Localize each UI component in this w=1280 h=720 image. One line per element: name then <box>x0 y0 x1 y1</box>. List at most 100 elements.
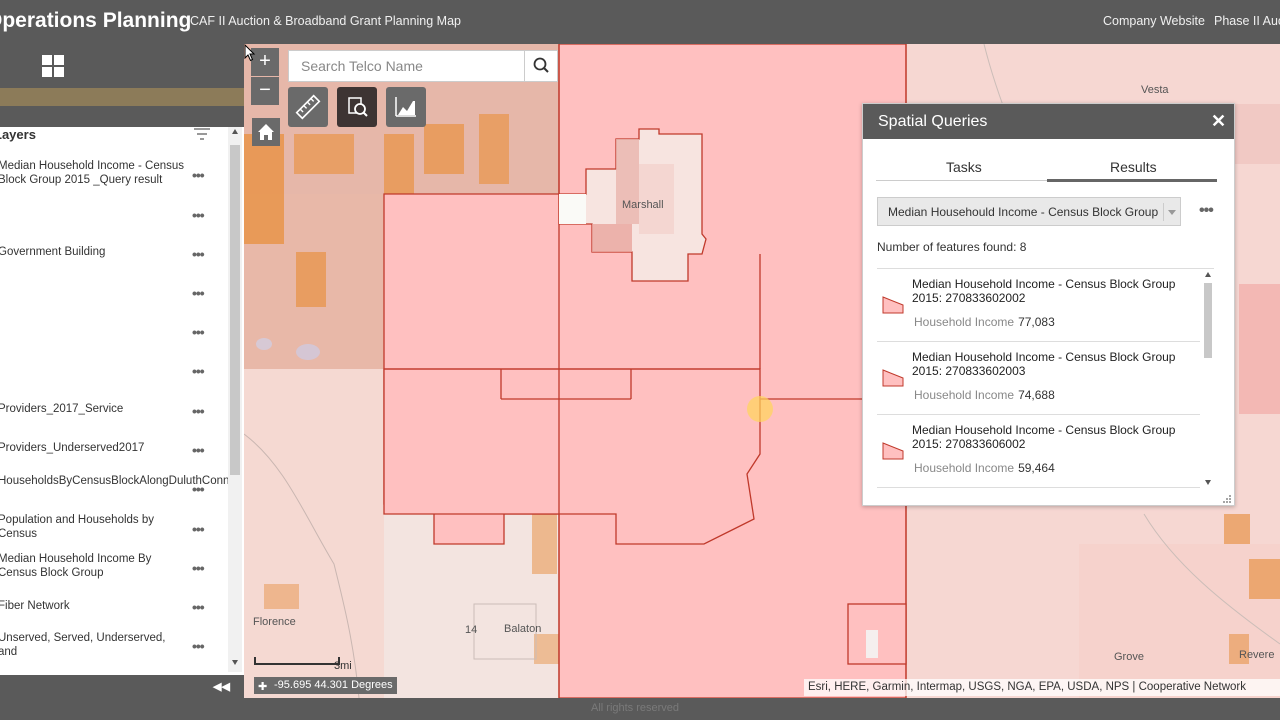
coordinate-text: -95.695 44.301 Degrees <box>274 679 393 691</box>
polygon-icon <box>882 369 904 387</box>
layer-item-median-income[interactable]: Median Household Income By Census Block … <box>0 552 186 580</box>
map-attribution: Esri, HERE, Garmin, Intermap, USGS, NGA,… <box>804 679 1280 696</box>
place-label-marshall: Marshall <box>622 199 664 211</box>
app-title: Operations Planning <box>0 9 192 32</box>
active-tab-indicator <box>1047 179 1217 182</box>
result-title: Median Household Income - Census Block G… <box>912 423 1176 451</box>
filter-icon[interactable] <box>194 128 210 140</box>
scale-bar <box>254 657 340 665</box>
resize-icon[interactable] <box>1222 494 1232 504</box>
search-icon <box>533 57 549 73</box>
result-title: Median Household Income - Census Block G… <box>912 350 1176 378</box>
layer-item-households-duluth[interactable]: HouseholdsByCensusBlockAlongDuluthConn <box>0 474 229 488</box>
result-title: Median Household Income - Census Block G… <box>912 277 1176 305</box>
tab-results[interactable]: Results <box>1110 159 1157 175</box>
measure-button[interactable] <box>288 87 328 127</box>
place-label-vesta: Vesta <box>1141 84 1169 96</box>
more-icon[interactable]: ••• <box>192 638 210 654</box>
app-footer: All rights reserved <box>0 698 1280 720</box>
search-input[interactable] <box>289 51 523 81</box>
polygon-icon <box>882 442 904 460</box>
attribute-value: 59,464 <box>1018 461 1055 475</box>
feature-count: Number of features found: 8 <box>877 240 1027 254</box>
collapse-left-icon[interactable]: ◀◀ <box>213 680 230 693</box>
place-label-revere: Revere <box>1239 649 1275 661</box>
scroll-down-icon[interactable] <box>232 660 238 665</box>
company-website-link[interactable]: Company Website <box>1103 14 1205 28</box>
result-item[interactable]: Median Household Income - Census Block G… <box>877 415 1200 488</box>
attribute-label: Household Income <box>914 461 1015 475</box>
chevron-down-icon[interactable] <box>1163 203 1179 221</box>
search-button[interactable] <box>524 51 557 81</box>
home-icon[interactable] <box>252 118 280 146</box>
result-attribute: Household Income 59,464 <box>914 461 1055 475</box>
scroll-up-icon[interactable] <box>1205 272 1211 277</box>
measure-icon <box>295 94 321 120</box>
attribute-value: 74,688 <box>1018 388 1055 402</box>
result-item[interactable]: Median Household Income - Census Block G… <box>877 342 1200 415</box>
footer-text: All rights reserved <box>591 702 680 714</box>
chart-icon <box>395 97 416 117</box>
scroll-up-icon[interactable] <box>232 129 238 134</box>
results-scrollbar[interactable] <box>1202 268 1214 488</box>
chart-button[interactable] <box>386 87 426 127</box>
result-attribute: Household Income 77,083 <box>914 315 1055 329</box>
layer-list: Layers Median Household Income - Census … <box>0 127 244 675</box>
more-icon[interactable]: ••• <box>192 521 210 537</box>
grid-icon[interactable] <box>42 55 64 77</box>
more-icon[interactable]: ••• <box>1199 202 1214 220</box>
attribute-label: Household Income <box>914 388 1015 402</box>
layer-item-providers-underserved[interactable]: Providers_Underserved2017 <box>0 441 186 455</box>
more-icon[interactable]: ••• <box>192 599 210 615</box>
tab-tasks[interactable]: Tasks <box>946 159 982 175</box>
spatial-queries-panel: Spatial Queries ✕ Tasks Results Median H… <box>862 103 1235 506</box>
scrollbar-thumb[interactable] <box>1204 283 1212 358</box>
layers-title: Layers <box>0 127 36 142</box>
layer-item-fiber-network[interactable]: Fiber Network <box>0 599 186 613</box>
coordinate-readout[interactable]: ✚ -95.695 44.301 Degrees <box>254 677 397 694</box>
telco-search <box>288 50 558 82</box>
cursor-icon <box>244 44 256 62</box>
accent-bar <box>0 88 244 106</box>
panel-title: Spatial Queries <box>878 113 988 130</box>
polygon-icon <box>882 296 904 314</box>
panel-collapse-bar: ◀◀ <box>0 675 244 698</box>
route-label: 14 <box>465 624 478 636</box>
layer-item-unserved[interactable]: Unserved, Served, Underserved, and <box>0 631 186 659</box>
more-icon[interactable]: ••• <box>192 324 210 340</box>
more-icon[interactable]: ••• <box>192 207 210 223</box>
more-icon[interactable]: ••• <box>192 560 210 576</box>
more-icon[interactable]: ••• <box>192 481 210 497</box>
layer-item-population-households[interactable]: Population and Households by Census <box>0 513 186 541</box>
zoom-out-icon[interactable]: − <box>251 77 279 105</box>
panel-titlebar[interactable]: Spatial Queries ✕ <box>863 104 1234 139</box>
close-icon[interactable]: ✕ <box>1211 111 1226 132</box>
layer-list-scrollbar[interactable] <box>228 127 242 672</box>
scroll-down-icon[interactable] <box>1205 480 1211 485</box>
scrollbar-thumb[interactable] <box>230 145 240 475</box>
layer-select[interactable]: Median Househould Income - Census Block … <box>877 197 1181 226</box>
cursor-highlight <box>747 396 773 422</box>
app-subtitle: CAF II Auction & Broadband Grant Plannin… <box>190 14 461 28</box>
more-icon[interactable]: ••• <box>192 246 210 262</box>
phase-ii-auction-link[interactable]: Phase II Auction <box>1214 14 1280 28</box>
place-label-grove: Grove <box>1114 651 1144 663</box>
spatial-query-button[interactable] <box>337 87 377 127</box>
more-icon[interactable]: ••• <box>192 167 210 183</box>
selected-layer: Median Househould Income - Census Block … <box>888 205 1160 219</box>
place-label-florence: Florence <box>253 616 296 628</box>
more-icon[interactable]: ••• <box>192 403 210 419</box>
panel-header <box>0 44 244 88</box>
scale-label: 3mi <box>334 660 352 672</box>
place-label-balaton: Balaton <box>504 623 542 635</box>
more-icon[interactable]: ••• <box>192 363 210 379</box>
layer-item-government-building[interactable]: Government Building <box>0 245 186 259</box>
layer-item-income-query[interactable]: Median Household Income - Census Block G… <box>0 159 186 187</box>
layer-list-panel: Layers Median Household Income - Census … <box>0 44 244 698</box>
locate-icon: ✚ <box>258 681 268 693</box>
result-item[interactable]: Median Household Income - Census Block G… <box>877 269 1200 342</box>
more-icon[interactable]: ••• <box>192 285 210 301</box>
layer-item-providers-service[interactable]: Providers_2017_Service <box>0 402 186 416</box>
more-icon[interactable]: ••• <box>192 442 210 458</box>
query-icon <box>348 97 368 117</box>
